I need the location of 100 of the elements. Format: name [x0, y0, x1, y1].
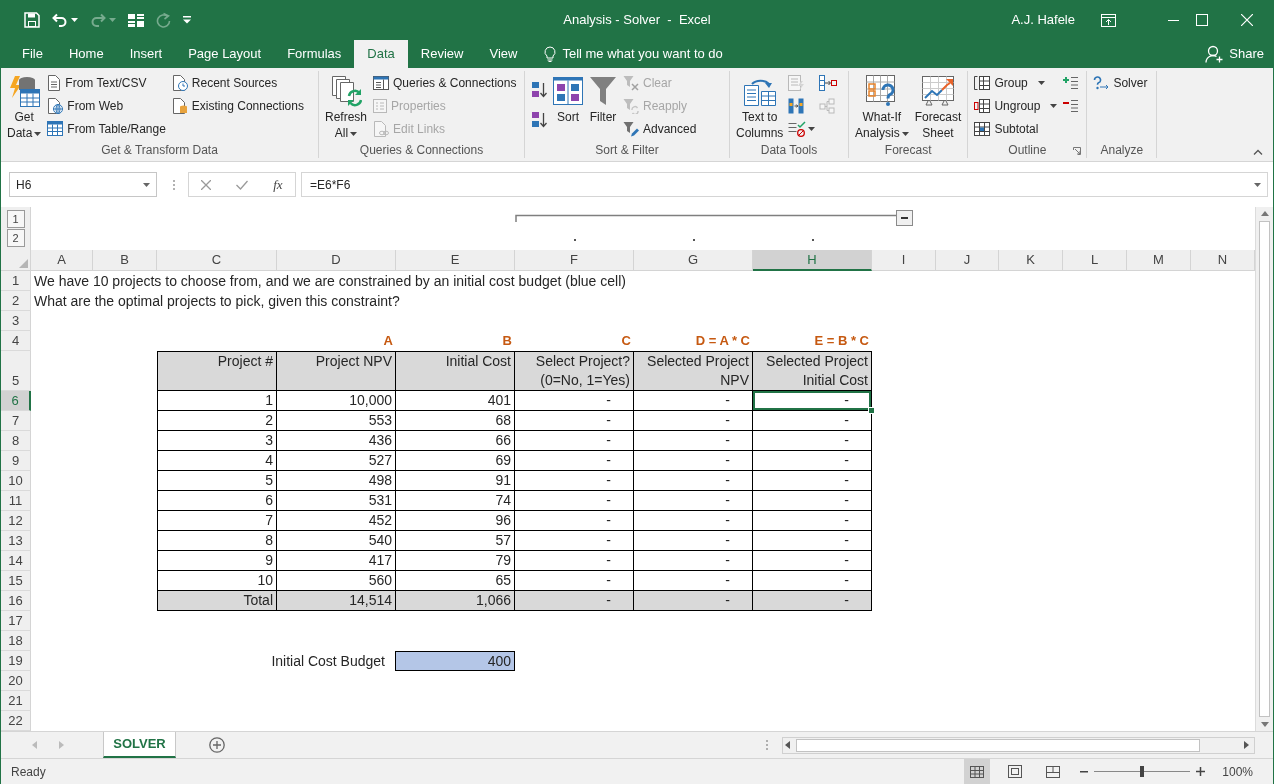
- row-header[interactable]: 21: [1, 691, 31, 711]
- ribbon-tab[interactable]: Insert: [116, 40, 176, 68]
- scrollbar-thumb[interactable]: [796, 738, 1200, 752]
- close-icon[interactable]: [1241, 14, 1253, 26]
- row-header[interactable]: 3: [1, 311, 31, 331]
- ribbon-button[interactable]: From Table/Range: [45, 117, 168, 140]
- row-header[interactable]: 18: [1, 631, 31, 651]
- column-header[interactable]: F: [515, 250, 634, 271]
- ribbon-button[interactable]: Existing Connections: [169, 94, 306, 117]
- row-header[interactable]: 6: [1, 391, 31, 411]
- ribbon-tab[interactable]: Data: [354, 40, 408, 68]
- formula-field[interactable]: =E6*F6: [301, 172, 1268, 197]
- collapse-ribbon-icon[interactable]: [1253, 149, 1263, 155]
- ribbon-button[interactable]: Text to Columns: [734, 71, 786, 143]
- formula-label: A: [383, 332, 393, 350]
- column-header[interactable]: K: [999, 250, 1063, 271]
- row-header[interactable]: 16: [1, 591, 31, 611]
- row-header[interactable]: 17: [1, 611, 31, 631]
- zoom-out-icon[interactable]: [1080, 770, 1089, 773]
- table-header-cell: Initial Cost: [396, 351, 515, 391]
- ribbon-tab[interactable]: Formulas: [274, 40, 355, 68]
- column-header[interactable]: A: [31, 250, 93, 271]
- ribbon-button[interactable]: Refresh All: [323, 71, 370, 143]
- row-header[interactable]: 15: [1, 571, 31, 591]
- ribbon-button[interactable]: What-If Analysis: [853, 71, 911, 143]
- ribbon-tab[interactable]: Review: [407, 40, 477, 68]
- column-header[interactable]: G: [634, 250, 753, 271]
- quick-access-button[interactable]: [51, 13, 79, 27]
- sheet-tab[interactable]: SOLVER: [103, 732, 176, 758]
- row-header[interactable]: 19: [1, 651, 31, 671]
- column-header[interactable]: N: [1191, 250, 1255, 271]
- row-header[interactable]: 10: [1, 471, 31, 491]
- ribbon-button[interactable]: Recent Sources: [169, 71, 306, 94]
- column-header[interactable]: M: [1127, 250, 1191, 271]
- zoom-slider-thumb[interactable]: [1140, 766, 1145, 777]
- down-arrow-icon: [1260, 722, 1269, 727]
- row-header[interactable]: 22: [1, 711, 31, 731]
- quick-access-button[interactable]: [23, 12, 41, 28]
- row-header[interactable]: 1: [1, 271, 31, 291]
- column-header[interactable]: B: [93, 250, 157, 271]
- row-header[interactable]: 12: [1, 511, 31, 531]
- minimize-icon[interactable]: [1168, 19, 1179, 21]
- row-header[interactable]: 14: [1, 551, 31, 571]
- table-cell: 560: [277, 571, 396, 591]
- column-header[interactable]: D: [277, 250, 396, 271]
- horizontal-scrollbar[interactable]: [782, 736, 1255, 754]
- row-header[interactable]: 13: [1, 531, 31, 551]
- corner-arrow-icon[interactable]: [1073, 146, 1082, 155]
- tell-me-field[interactable]: Tell me what you want to do: [562, 44, 748, 64]
- column-header[interactable]: J: [936, 250, 999, 271]
- outline-level-button[interactable]: 2: [6, 229, 25, 247]
- ribbon-button[interactable]: Group: [972, 71, 1060, 94]
- row-header[interactable]: 20: [1, 671, 31, 691]
- ribbon-tab[interactable]: View: [476, 40, 531, 68]
- row-header[interactable]: 11: [1, 491, 31, 511]
- ribbon-button[interactable]: Queries & Connections: [371, 71, 519, 94]
- vertical-scrollbar[interactable]: [1255, 207, 1273, 731]
- window-up-arrow-icon[interactable]: [1101, 13, 1116, 27]
- check-icon[interactable]: [236, 179, 249, 190]
- view-button[interactable]: [964, 759, 991, 784]
- ribbon-button[interactable]: Get Data: [5, 71, 44, 143]
- ribbon-button[interactable]: Advanced: [621, 117, 699, 140]
- ribbon-button[interactable]: Sort: [551, 71, 585, 143]
- ribbon-button[interactable]: Forecast Sheet: [912, 71, 964, 143]
- scrollbar-thumb[interactable]: [1259, 221, 1270, 717]
- column-header[interactable]: I: [872, 250, 936, 271]
- column-header[interactable]: C: [157, 250, 277, 271]
- zoom-in-icon[interactable]: [1196, 767, 1206, 776]
- ribbon-button[interactable]: Filter: [587, 71, 619, 143]
- fill-handle-icon[interactable]: [868, 407, 875, 414]
- column-header[interactable]: L: [1063, 250, 1127, 271]
- column-header[interactable]: E: [396, 250, 515, 271]
- row-header[interactable]: 9: [1, 451, 31, 471]
- question-arrow-icon: [1093, 75, 1110, 90]
- insert-function-button[interactable]: fx: [273, 174, 283, 195]
- row-header[interactable]: 4: [1, 331, 31, 351]
- column-header[interactable]: H: [753, 250, 872, 271]
- name-box[interactable]: H6: [9, 172, 157, 197]
- table-cell: Total: [157, 591, 277, 611]
- ribbon-button[interactable]: From Web: [45, 94, 168, 117]
- ribbon-button[interactable]: From Text/CSV: [45, 71, 168, 94]
- ribbon-button[interactable]: Ungroup: [972, 94, 1060, 117]
- maximize-icon[interactable]: [1196, 14, 1208, 26]
- row-header[interactable]: 7: [1, 411, 31, 431]
- ribbon-tab[interactable]: Home: [55, 40, 117, 68]
- share-button[interactable]: Share: [1205, 40, 1273, 68]
- row-header[interactable]: 8: [1, 431, 31, 451]
- ribbon-tab[interactable]: File: [9, 40, 56, 68]
- ribbon-button[interactable]: Solver: [1091, 71, 1150, 94]
- cancel-icon[interactable]: [201, 179, 212, 190]
- quick-access-button[interactable]: [127, 13, 145, 27]
- quick-access-button[interactable]: [182, 16, 192, 24]
- ribbon-tab[interactable]: Page Layout: [175, 40, 275, 68]
- minus-list-icon: [1062, 99, 1079, 112]
- row-header[interactable]: 2: [1, 291, 31, 311]
- plus-circle-icon[interactable]: [209, 737, 225, 753]
- collapse-button[interactable]: [896, 210, 913, 226]
- row-header[interactable]: 5: [1, 351, 31, 391]
- ribbon-button[interactable]: Subtotal: [972, 117, 1060, 140]
- outline-level-button[interactable]: 1: [6, 210, 25, 228]
